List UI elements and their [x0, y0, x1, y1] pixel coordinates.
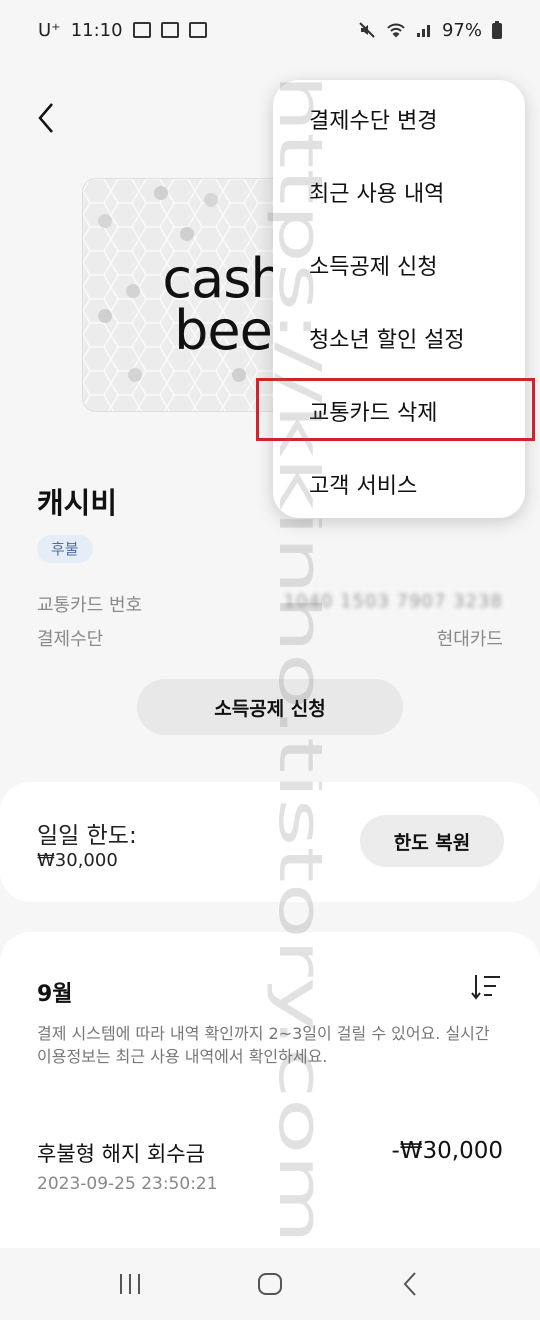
card-number-value: 1040 1503 7907 3238 — [283, 591, 503, 612]
income-deduction-button[interactable]: 소득공제 신청 — [137, 679, 403, 735]
payment-method-value: 현대카드 — [436, 629, 503, 650]
postpaid-badge: 후불 — [37, 535, 93, 563]
daily-limit-value: ₩30,000 — [37, 850, 118, 871]
clock: 11:10 — [70, 19, 123, 41]
menu-item-recent-history[interactable]: 최근 사용 내역 — [273, 155, 525, 228]
mute-icon — [359, 22, 375, 38]
battery-icon — [492, 21, 502, 39]
menu-item-income-deduction[interactable]: 소득공제 신청 — [273, 228, 525, 301]
menu-item-youth-discount[interactable]: 청소년 할인 설정 — [273, 301, 525, 374]
payment-method-row: 결제수단 현대카드 — [37, 625, 503, 651]
wifi-icon — [387, 23, 405, 38]
battery-percent: 97% — [441, 19, 482, 41]
back-arrow-icon — [403, 1272, 416, 1296]
chevron-left-icon — [38, 103, 53, 133]
daily-limit-label: 일일 한도: — [37, 823, 137, 849]
transaction-date: 2023-09-25 23:50:21 — [37, 1174, 218, 1194]
sim-icon — [188, 22, 207, 38]
history-card: 9월 결제 시스템에 따라 내역 확인까지 2~3일이 걸릴 수 있어요. 실시… — [0, 932, 540, 1252]
transaction-amount: -₩30,000 — [391, 1138, 503, 1164]
system-back-button[interactable] — [380, 1264, 440, 1304]
recent-apps-button[interactable] — [100, 1264, 160, 1304]
daily-limit-card: 일일 한도: ₩30,000 한도 복원 — [0, 782, 540, 902]
card-number-label: 교통카드 번호 — [37, 595, 143, 616]
menu-item-change-payment[interactable]: 결제수단 변경 — [273, 82, 525, 155]
history-notice: 결제 시스템에 따라 내역 확인까지 2~3일이 걸릴 수 있어요. 실시간 이… — [37, 1024, 490, 1066]
back-button[interactable] — [30, 98, 66, 138]
highlight-box — [256, 378, 535, 441]
navigation-bar — [0, 1248, 540, 1320]
signal-icon — [416, 25, 430, 37]
status-bar: U⁺ 11:10 97% — [0, 0, 540, 60]
recent-apps-icon — [120, 1274, 140, 1294]
carrier-label: U⁺ — [38, 19, 61, 41]
card-number-row: 교통카드 번호 1040 1503 7907 3238 — [37, 591, 503, 617]
restore-limit-button[interactable]: 한도 복원 — [360, 815, 504, 867]
payment-method-label: 결제수단 — [37, 629, 104, 650]
home-icon — [258, 1273, 282, 1295]
dex-icon — [160, 22, 179, 38]
gallery-icon — [132, 22, 151, 38]
sort-icon — [471, 975, 500, 1000]
month-header: 9월 — [37, 982, 73, 1007]
card-name: 캐시비 — [37, 486, 118, 520]
home-button[interactable] — [240, 1264, 300, 1304]
menu-item-customer-service[interactable]: 고객 서비스 — [273, 447, 525, 520]
sort-button[interactable] — [470, 972, 502, 1002]
overflow-menu: 결제수단 변경 최근 사용 내역 소득공제 신청 청소년 할인 설정 교통카드 … — [273, 80, 525, 518]
transaction-title[interactable]: 후불형 해지 회수금 — [37, 1138, 205, 1168]
